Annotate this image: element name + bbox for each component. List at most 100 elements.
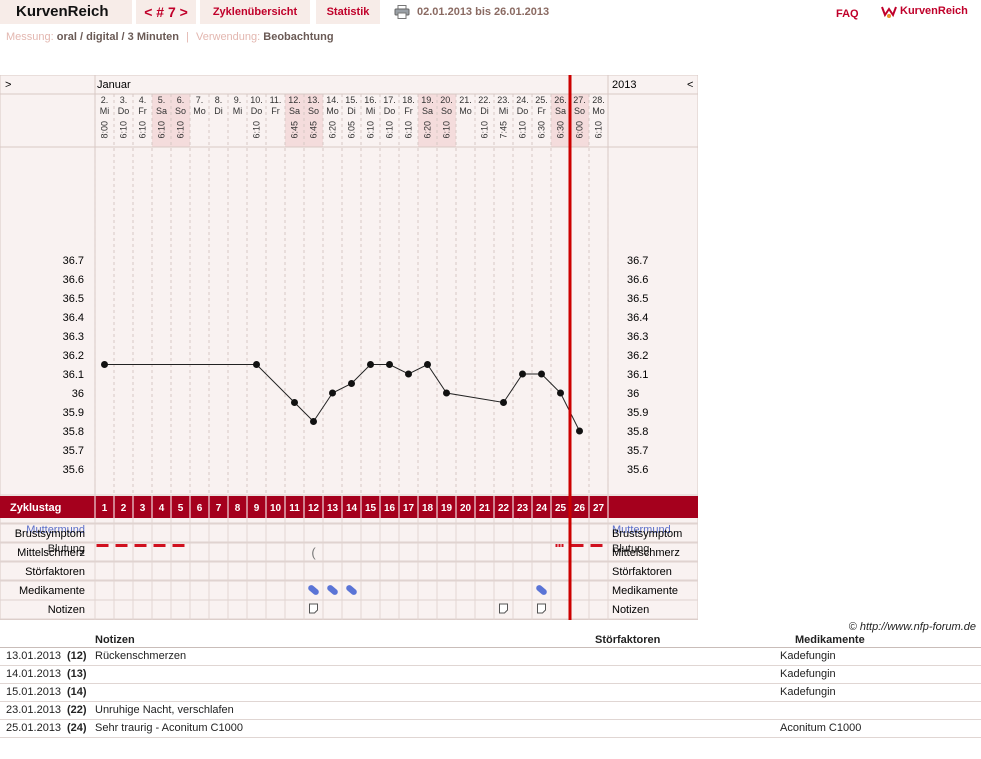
bleeding-spotting-mark <box>561 544 564 547</box>
printer-icon[interactable] <box>394 5 410 19</box>
usage-value: Beobachtung <box>263 31 334 43</box>
y-tick-label-right: 35.6 <box>627 464 648 476</box>
tab-statistics[interactable]: Statistik <box>316 0 380 24</box>
bleeding-spotting-mark <box>558 544 561 547</box>
cycle-day-number: 19 <box>441 503 453 514</box>
logo-text: KurvenReich <box>900 5 968 17</box>
date-weekday: Sa <box>555 106 566 116</box>
date-weekday: Do <box>118 106 130 116</box>
date-day: 10. <box>250 95 263 105</box>
y-tick-label-left: 35.7 <box>63 445 84 457</box>
cycle-day-number: 7 <box>216 503 222 514</box>
measure-time: 6:10 <box>252 121 262 139</box>
notes-row: 13.01.2013 (12) Rückenschmerzen Kadefungin <box>0 648 981 666</box>
y-tick-label-right: 36.6 <box>627 274 648 286</box>
note-date: 15.01.2013 <box>6 686 62 698</box>
temperature-point <box>405 370 412 378</box>
y-tick-label-left: 35.6 <box>63 464 84 476</box>
measure-value: oral / digital / 3 Minuten <box>56 31 179 43</box>
row-label-right: Brustsymptom <box>612 528 682 540</box>
separator: | <box>186 31 189 43</box>
date-day: 22. <box>478 95 491 105</box>
temperature-point <box>443 389 450 397</box>
temperature-point <box>310 418 317 425</box>
notes-row: 14.01.2013 (13) Kadefungin <box>0 666 981 684</box>
cycle-day-number: 15 <box>365 503 377 514</box>
date-day: 24. <box>516 95 529 105</box>
note-icon[interactable] <box>537 603 546 614</box>
cycle-day-number: 8 <box>235 503 241 514</box>
faq-link[interactable]: FAQ <box>836 0 859 24</box>
date-day: 20. <box>440 95 453 105</box>
cycle-day-number: 27 <box>593 503 605 514</box>
row-label-right: Notizen <box>612 604 649 616</box>
note-date: 23.01.2013 <box>6 704 62 716</box>
note-cycle-day: (13) <box>67 668 87 680</box>
date-day: 2. <box>101 95 109 105</box>
brand-title[interactable]: KurvenReich <box>0 0 132 24</box>
note-date: 13.01.2013 <box>6 650 62 662</box>
chart-background <box>0 75 698 620</box>
note-medication: Kadefungin <box>780 686 836 698</box>
next-cycle-button[interactable]: > <box>180 4 188 20</box>
measure-time: 6:10 <box>138 121 148 139</box>
notes-row: 25.01.2013 (24) Sehr traurig - Aconitum C1… <box>0 720 981 738</box>
date-day: 9. <box>234 95 242 105</box>
temperature-point <box>101 361 108 368</box>
date-day: 5. <box>158 95 166 105</box>
cycle-day-number: 25 <box>555 503 567 514</box>
bleeding-heavy-mark <box>96 544 109 547</box>
date-day: 12. <box>288 95 301 105</box>
top-bar: KurvenReich < # 7 > Zyklenübersicht Stat… <box>0 0 981 26</box>
date-day: 27. <box>573 95 586 105</box>
row-label-right: Medikamente <box>612 585 678 597</box>
header-medication: Medikamente <box>795 634 865 646</box>
measure-time: 6:10 <box>157 121 167 139</box>
measure-time: 6:00 <box>575 121 585 139</box>
measure-time: 8:00 <box>100 121 110 139</box>
notes-row: 15.01.2013 (14) Kadefungin <box>0 684 981 702</box>
notes-row: 23.01.2013 (22) Unruhige Nacht, verschlafe… <box>0 702 981 720</box>
prev-cycle-button[interactable]: < <box>144 4 152 20</box>
date-day: 4. <box>139 95 147 105</box>
tab-cycle-overview[interactable]: Zyklenübersicht <box>200 0 310 24</box>
y-tick-label-left: 36.7 <box>63 255 84 267</box>
measure-time: 6:45 <box>290 121 300 139</box>
y-tick-label-right: 35.8 <box>627 426 648 438</box>
row-label: Brustsymptom <box>15 528 85 540</box>
date-weekday: Mi <box>233 106 243 116</box>
row-label: Notizen <box>48 604 85 616</box>
date-weekday: Do <box>384 106 396 116</box>
measure-time: 6:10 <box>176 121 186 139</box>
date-day: 23. <box>497 95 510 105</box>
y-tick-label-left: 35.9 <box>63 407 84 419</box>
date-weekday: So <box>308 106 319 116</box>
note-icon[interactable] <box>499 603 508 614</box>
measure-time: 6:30 <box>556 121 566 139</box>
measure-time: 6:05 <box>347 121 357 139</box>
note-medication: Kadefungin <box>780 668 836 680</box>
cycle-day-number: 13 <box>327 503 339 514</box>
temperature-point <box>538 370 545 378</box>
y-tick-label-right: 35.9 <box>627 407 648 419</box>
y-tick-label-left: 36 <box>72 388 84 400</box>
cycle-day-number: 11 <box>289 503 300 514</box>
date-weekday: So <box>175 106 186 116</box>
row-label-right: Störfaktoren <box>612 566 672 578</box>
measure-time: 6:10 <box>366 121 376 139</box>
note-medication: Aconitum C1000 <box>780 722 862 734</box>
bleeding-spotting-mark <box>555 544 558 547</box>
cycle-navigator: < # 7 > <box>136 0 196 24</box>
date-day: 6. <box>177 95 185 105</box>
measure-time: 6:10 <box>385 121 395 139</box>
cycle-day-number: 2 <box>121 503 127 514</box>
note-text: Sehr traurig - Aconitum C1000 <box>95 722 243 734</box>
note-icon[interactable] <box>309 603 318 614</box>
temperature-point <box>386 361 393 368</box>
y-tick-label-left: 36.1 <box>63 369 84 381</box>
date-day: 25. <box>535 95 548 105</box>
logo[interactable]: KurvenReich <box>880 2 968 22</box>
note-cycle-day: (24) <box>67 722 87 734</box>
crown-icon <box>881 6 897 19</box>
y-tick-label-left: 36.3 <box>63 331 84 343</box>
